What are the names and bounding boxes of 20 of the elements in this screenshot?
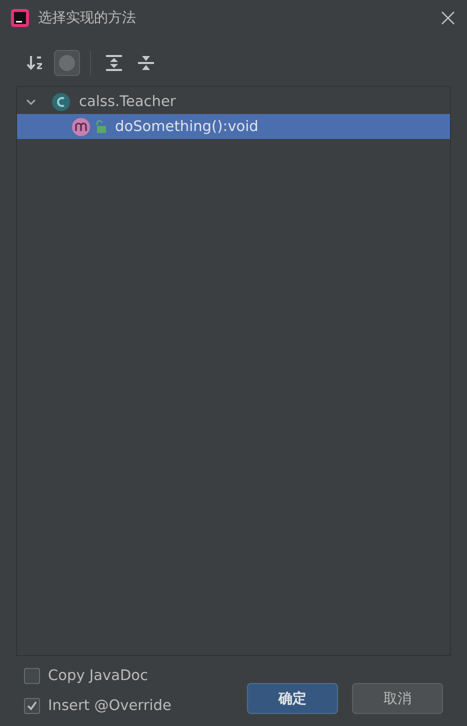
tree-item[interactable]: calss.Teacher [17,89,450,114]
toggle-button[interactable] [54,50,80,76]
ok-button[interactable]: 确定 [247,683,338,714]
close-button[interactable] [441,11,455,25]
app-logo-icon [10,8,30,28]
window-title: 选择实现的方法 [38,9,137,27]
cancel-button[interactable]: 取消 [352,683,443,714]
checkbox[interactable] [24,698,40,714]
close-icon [441,11,455,25]
checkbox-label: Insert @Override [48,698,172,714]
tree-item[interactable]: doSomething():void [17,114,450,139]
unlock-icon [95,120,107,134]
class-icon [51,92,71,112]
checkbox[interactable] [24,668,40,684]
method-icon [71,116,91,136]
collapse-all-icon [137,54,155,72]
checkbox-label: Copy JavaDoc [48,668,148,684]
sort-icon [26,54,44,72]
expand-all-icon [105,54,123,72]
circle-icon [58,54,76,72]
